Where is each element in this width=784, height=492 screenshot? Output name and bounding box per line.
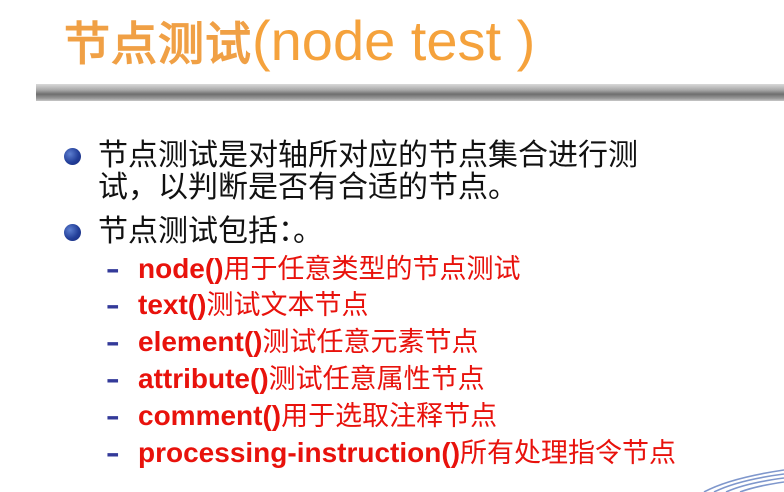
sub-item-keyword: comment() xyxy=(138,400,282,431)
sub-item-desc: 测试文本节点 xyxy=(206,290,369,321)
sub-item-keyword: element() xyxy=(138,326,263,357)
sub-item-desc: 测试任意元素节点 xyxy=(262,327,479,358)
sub-item-keyword: processing-instruction() xyxy=(138,437,461,468)
dash-marker: – xyxy=(106,327,120,358)
bullet-text-line: 节点测试包括：。 xyxy=(98,214,323,249)
sub-item-keyword: text() xyxy=(138,289,207,320)
bullet-dot-icon xyxy=(64,224,81,241)
dash-marker: – xyxy=(106,438,120,469)
dash-marker: – xyxy=(106,254,120,285)
sub-item-element: – element()测试任意元素节点 xyxy=(106,325,478,359)
sub-item-desc: 用于选取注释节点 xyxy=(281,401,498,432)
dash-marker: – xyxy=(106,401,120,432)
sub-item-keyword: node() xyxy=(138,253,224,284)
sub-item-keyword: attribute() xyxy=(138,363,269,394)
bullet-text-line: 节点测试是对轴所对应的节点集合进行测 xyxy=(98,138,638,173)
dash-marker: – xyxy=(106,290,120,321)
sub-item-desc: 用于任意类型的节点测试 xyxy=(223,254,521,285)
title-divider-bar xyxy=(36,84,784,101)
bullet-dot-icon xyxy=(64,148,81,165)
sub-item-desc: 测试任意属性节点 xyxy=(268,364,485,395)
bullet-text-line: 试，以判断是否有合适的节点。 xyxy=(98,170,518,205)
sub-item-processing-instruction: – processing-instruction()所有处理指令节点 xyxy=(106,436,676,470)
sub-item-attribute: – attribute()测试任意属性节点 xyxy=(106,362,485,396)
sub-item-text: – text()测试文本节点 xyxy=(106,288,368,322)
sub-item-comment: – comment()用于选取注释节点 xyxy=(106,399,497,433)
dash-marker: – xyxy=(106,364,120,395)
sub-item-node: – node()用于任意类型的节点测试 xyxy=(106,252,521,286)
title-chinese: 节点测试 xyxy=(64,18,252,70)
corner-decoration-icon xyxy=(703,469,784,492)
sub-item-desc: 所有处理指令节点 xyxy=(460,438,677,469)
title-english: (node test ) xyxy=(252,9,536,72)
slide-title: 节点测试(node test ) xyxy=(64,2,535,82)
